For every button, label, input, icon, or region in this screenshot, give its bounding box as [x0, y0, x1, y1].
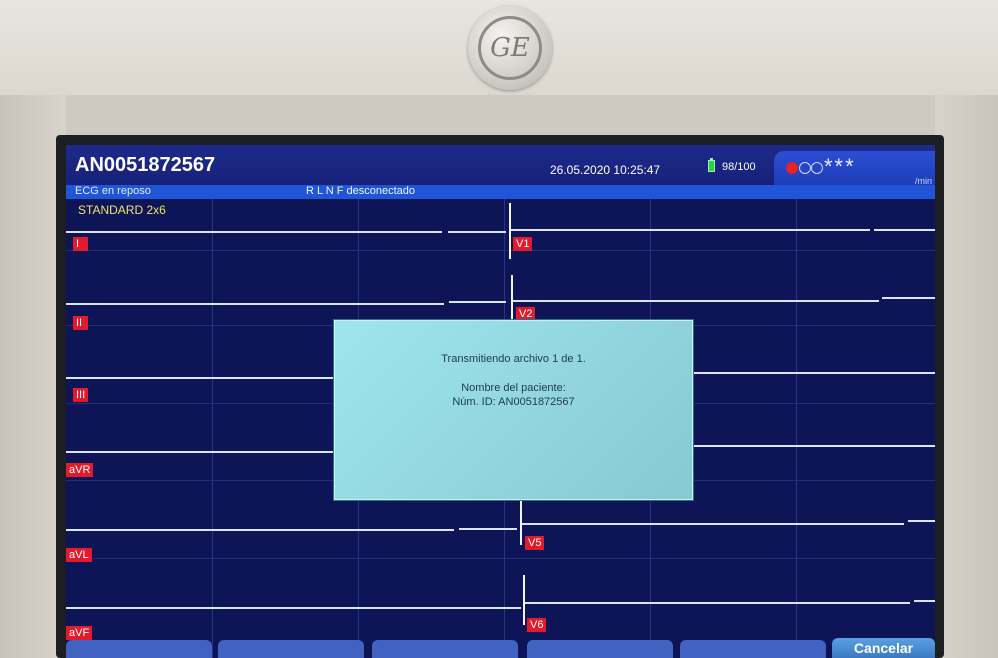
ecg-trace — [66, 529, 454, 531]
grid-line — [212, 199, 213, 658]
lead-label: aVF — [66, 626, 93, 640]
ecg-trace — [908, 520, 935, 522]
ecg-trace — [691, 372, 935, 374]
calibration-marker — [523, 575, 525, 625]
ecg-trace — [524, 602, 910, 604]
signal-dot-empty-icon — [799, 162, 811, 174]
datetime: 26.05.2020 10:25:47 — [550, 163, 661, 177]
lead-label: I — [73, 237, 88, 251]
calibration-marker — [520, 500, 522, 545]
patient-id: AN0051872567 — [75, 154, 216, 176]
ecg-trace — [66, 303, 444, 305]
lead-label: V6 — [527, 618, 547, 632]
dialog-patient-name: Nombre del paciente: — [461, 382, 566, 394]
ecg-trace — [521, 523, 904, 525]
device-housing-right — [935, 95, 998, 658]
softkey-5[interactable] — [680, 640, 826, 658]
ecg-trace — [510, 229, 870, 231]
dialog-patient-id: Núm. ID: AN0051872567 — [452, 396, 575, 408]
lead-label: V2 — [516, 307, 536, 321]
grid-line — [66, 250, 935, 251]
lead-label: aVR — [66, 463, 94, 477]
transmission-dialog: Transmitiendo archivo 1 de 1. Nombre del… — [334, 320, 693, 500]
signal-dot-red-icon — [786, 162, 798, 174]
leads-status: R L N F desconectado — [306, 185, 416, 197]
ecg-trace — [66, 451, 334, 453]
lead-label: aVL — [66, 548, 92, 562]
ecg-screen: AN0051872567 26.05.2020 10:25:47 98/100 … — [66, 145, 935, 658]
ecg-trace — [448, 231, 506, 233]
format-label: STANDARD 2x6 — [78, 203, 166, 217]
softkey-1[interactable] — [66, 640, 212, 658]
lead-label: V5 — [525, 536, 545, 550]
cancel-button[interactable]: Cancelar — [832, 638, 935, 658]
grid-line — [796, 199, 797, 658]
lead-label: II — [73, 316, 88, 330]
ecg-trace — [66, 377, 334, 379]
lead-label: V1 — [513, 237, 533, 251]
grid-line — [66, 558, 935, 559]
ecg-trace — [66, 231, 442, 233]
battery-icon — [708, 158, 715, 172]
ecg-trace — [66, 607, 521, 609]
calibration-marker — [511, 275, 513, 321]
heart-rate-value: *** — [824, 154, 856, 179]
battery-level: 98/100 — [722, 161, 756, 173]
ecg-mode: ECG en reposo — [75, 185, 151, 197]
signal-dot-empty-icon — [811, 162, 823, 174]
softkey-2[interactable] — [218, 640, 364, 658]
status-bar — [66, 185, 935, 199]
ecg-trace — [449, 301, 506, 303]
ecg-trace — [512, 300, 879, 302]
ge-logo-icon: GE — [468, 6, 552, 90]
dialog-status: Transmitiendo archivo 1 de 1. — [441, 353, 586, 365]
softkey-3[interactable] — [372, 640, 518, 658]
softkey-bar — [66, 640, 935, 658]
calibration-marker — [509, 203, 511, 259]
lead-label: III — [73, 388, 89, 402]
ecg-trace — [914, 600, 935, 602]
heart-rate-panel: *** /min — [774, 151, 935, 186]
ecg-trace — [882, 297, 935, 299]
ecg-trace — [874, 229, 935, 231]
ecg-trace — [691, 445, 935, 447]
softkey-4[interactable] — [527, 640, 673, 658]
ecg-trace — [459, 528, 517, 530]
